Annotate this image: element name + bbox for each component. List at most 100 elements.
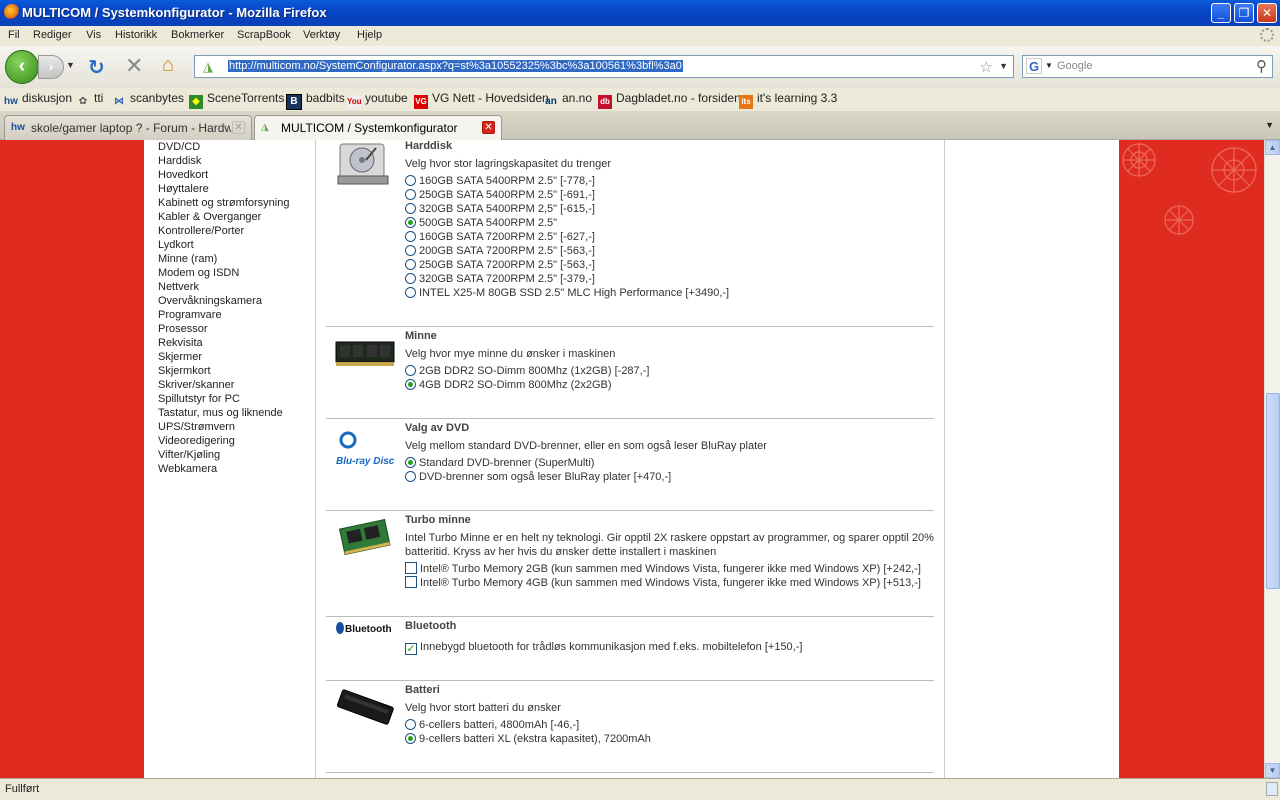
menu-hjelp[interactable]: Hjelp [357,29,382,41]
radio-button[interactable] [405,189,416,200]
history-dropdown-icon[interactable]: ▼ [66,60,75,70]
turbo-option[interactable]: Intel® Turbo Memory 2GB (kun sammen med … [405,562,921,576]
category-kabinett[interactable]: Kabinett og strømforsyning [158,196,318,210]
bluetooth-option[interactable]: ✓ Innebygd bluetooth for trådløs kommunik… [405,640,802,655]
harddisk-option[interactable]: INTEL X25-M 80GB SSD 2.5" MLC High Perfo… [405,286,729,300]
category-ups[interactable]: UPS/Strømvern [158,420,318,434]
tab-forum[interactable]: hw skole/gamer laptop ? - Forum - Hardwa… [4,115,252,140]
category-rekvisita[interactable]: Rekvisita [158,336,318,350]
checkbox[interactable] [405,562,417,574]
reload-icon[interactable]: ↻ [88,55,105,80]
batteri-option[interactable]: 9-cellers batteri XL (ekstra kapasitet),… [405,732,651,746]
close-tab-icon[interactable]: ✕ [482,121,495,134]
scrollbar-thumb[interactable] [1266,393,1280,589]
category-tastatur[interactable]: Tastatur, mus og liknende [158,406,318,420]
category-kontrollere[interactable]: Kontrollere/Porter [158,224,318,238]
scroll-up-icon[interactable]: ▲ [1265,140,1280,155]
radio-button[interactable] [405,175,416,186]
category-hoyttalere[interactable]: Høyttalere [158,182,318,196]
radio-button[interactable] [405,365,416,376]
harddisk-option[interactable]: 320GB SATA 7200RPM 2.5" [-379,-] [405,272,595,286]
bookmark-star-icon[interactable]: ☆ [980,58,993,76]
tab-systemkonfigurator[interactable]: ◮ MULTICOM / Systemkonfigurator ✕ [254,115,502,141]
radio-button[interactable] [405,471,416,482]
bookmark-vg[interactable]: VG VG Nett - Hovedsiden [414,91,549,109]
maximize-button[interactable]: ❐ [1234,3,1254,23]
turbo-option[interactable]: Intel® Turbo Memory 4GB (kun sammen med … [405,576,921,590]
category-skjermkort[interactable]: Skjermkort [158,364,318,378]
bookmark-scanbytes[interactable]: ⋈ scanbytes [112,91,184,109]
category-dvd-cd[interactable]: DVD/CD [158,140,318,154]
category-skriver[interactable]: Skriver/skanner [158,378,318,392]
bookmark-itslearning[interactable]: its it's learning 3.3 [739,91,837,109]
category-webkamera[interactable]: Webkamera [158,462,318,476]
menu-scrapbook[interactable]: ScrapBook [237,29,291,41]
bookmark-diskusjon[interactable]: hw diskusjon [4,91,72,109]
radio-button[interactable] [405,203,416,214]
radio-button[interactable] [405,719,416,730]
category-kabler[interactable]: Kabler & Overganger [158,210,318,224]
minne-option[interactable]: 4GB DDR2 SO-Dimm 800Mhz (2x2GB) [405,378,612,392]
list-all-tabs-icon[interactable]: ▼ [1265,120,1274,130]
harddisk-option[interactable]: 250GB SATA 7200RPM 2.5" [-563,-] [405,258,595,272]
home-icon[interactable]: ⌂ [162,54,174,77]
radio-button[interactable] [405,733,416,744]
bookmark-scenetorrents[interactable]: ◆ SceneTorrents [189,91,284,109]
batteri-option[interactable]: 6-cellers batteri, 4800mAh [-46,-] [405,718,579,732]
url-text[interactable]: http://multicom.no/SystemConfigurator.as… [228,60,683,72]
bookmark-youtube[interactable]: You youtube [347,91,408,109]
search-bar[interactable]: G ▼ Google ⚲ [1022,55,1273,78]
category-prosessor[interactable]: Prosessor [158,322,318,336]
harddisk-option[interactable]: 200GB SATA 7200RPM 2.5" [-563,-] [405,244,595,258]
menu-verktoy[interactable]: Verktøy [303,29,340,41]
url-dropdown-icon[interactable]: ▼ [999,61,1008,71]
back-button[interactable]: ‹ [5,50,39,84]
menu-rediger[interactable]: Rediger [33,29,72,41]
radio-button[interactable] [405,379,416,390]
harddisk-option[interactable]: 250GB SATA 5400RPM 2.5" [-691,-] [405,188,595,202]
dvd-option[interactable]: DVD-brenner som også leser BluRay plater… [405,470,671,484]
stop-icon[interactable]: ✕ [125,53,143,79]
category-spillutstyr[interactable]: Spillutstyr for PC [158,392,318,406]
forward-button[interactable]: › [38,55,64,79]
menu-bokmerker[interactable]: Bokmerker [171,29,224,41]
bookmark-dagbladet[interactable]: db Dagbladet.no - forsiden [598,91,741,109]
close-button[interactable]: ✕ [1257,3,1277,23]
google-engine-icon[interactable]: G [1026,58,1042,74]
radio-button[interactable] [405,231,416,242]
category-minne[interactable]: Minne (ram) [158,252,318,266]
menu-vis[interactable]: Vis [86,29,101,41]
category-hovedkort[interactable]: Hovedkort [158,168,318,182]
category-overvakningskamera[interactable]: Overvåkningskamera [158,294,318,308]
harddisk-option[interactable]: 160GB SATA 7200RPM 2.5" [-627,-] [405,230,595,244]
radio-button[interactable] [405,457,416,468]
bookmark-tti[interactable]: ✿ tti [76,91,104,109]
checkbox[interactable] [405,576,417,588]
radio-button[interactable] [405,245,416,256]
category-videoredigering[interactable]: Videoredigering [158,434,318,448]
resize-grip-icon[interactable] [1266,782,1278,796]
checkbox[interactable]: ✓ [405,643,417,655]
category-harddisk[interactable]: Harddisk [158,154,318,168]
category-programvare[interactable]: Programvare [158,308,318,322]
harddisk-option[interactable]: 160GB SATA 5400RPM 2.5" [-778,-] [405,174,595,188]
vertical-scrollbar[interactable]: ▲ ▼ [1264,140,1280,778]
bookmark-badbits[interactable]: Bbadbits [286,91,345,110]
harddisk-option[interactable]: 500GB SATA 5400RPM 2.5" [405,216,557,230]
radio-button[interactable] [405,259,416,270]
menu-historikk[interactable]: Historikk [115,29,157,41]
url-bar[interactable]: ◮ http://multicom.no/SystemConfigurator.… [194,55,1014,78]
radio-button[interactable] [405,287,416,298]
dvd-option[interactable]: Standard DVD-brenner (SuperMulti) [405,456,594,470]
minne-option[interactable]: 2GB DDR2 SO-Dimm 800Mhz (1x2GB) [-287,-] [405,364,649,378]
category-lydkort[interactable]: Lydkort [158,238,318,252]
category-modem[interactable]: Modem og ISDN [158,266,318,280]
close-tab-icon[interactable]: ✕ [232,121,245,134]
category-nettverk[interactable]: Nettverk [158,280,318,294]
bookmark-an[interactable]: an an.no [544,91,592,109]
radio-button[interactable] [405,217,416,228]
radio-button[interactable] [405,273,416,284]
scroll-down-icon[interactable]: ▼ [1265,763,1280,778]
minimize-button[interactable]: _ [1211,3,1231,23]
engine-dropdown-icon[interactable]: ▼ [1045,61,1053,70]
